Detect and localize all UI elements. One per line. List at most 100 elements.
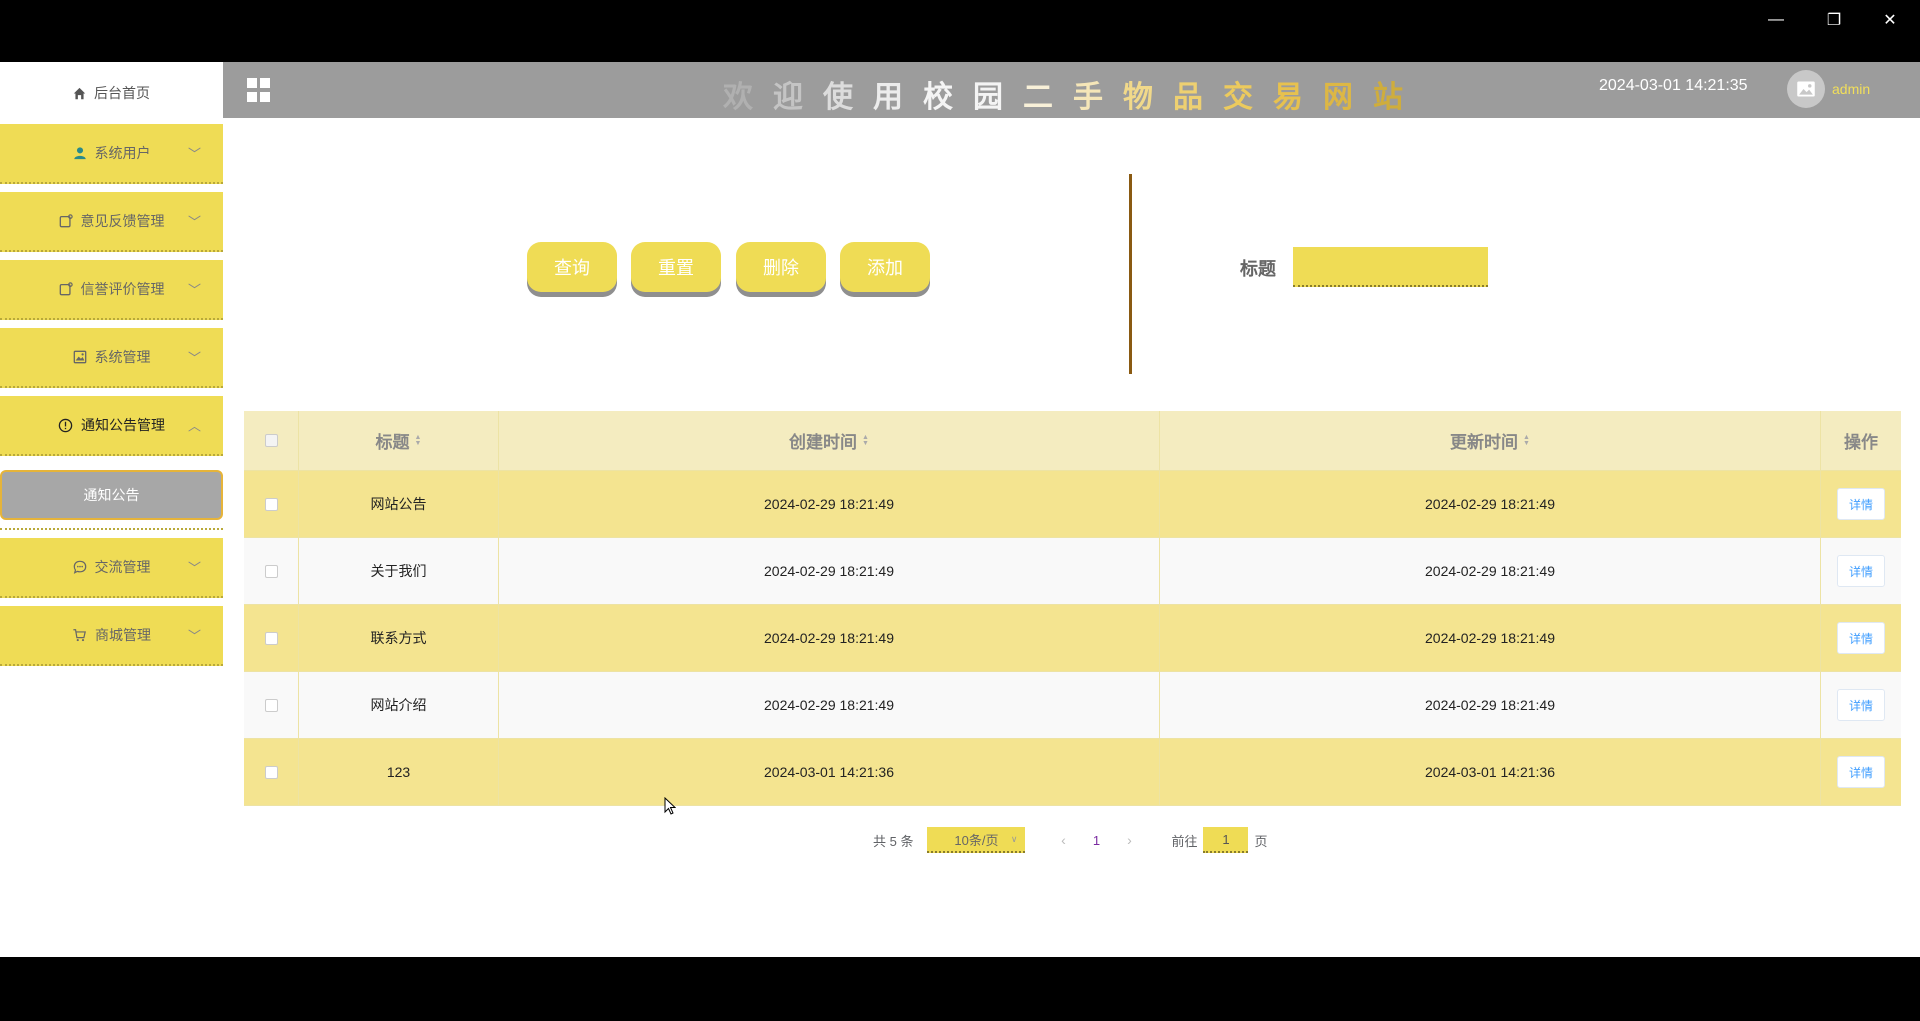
grid-menu-icon[interactable]: [247, 78, 271, 102]
sidebar-item-label: 后台首页: [94, 85, 150, 101]
sidebar-subitem-label: 通知公告: [83, 487, 140, 503]
sidebar-item-credit[interactable]: 信誉评价管理 ﹀: [0, 260, 223, 320]
page-number[interactable]: 1: [1081, 833, 1111, 848]
column-header-title[interactable]: 标题 ▲ ▼: [299, 411, 499, 470]
reset-button[interactable]: 重置: [631, 242, 721, 292]
sidebar-item-mall[interactable]: 商城管理 ﹀: [0, 606, 223, 666]
select-all-checkbox[interactable]: [264, 434, 278, 447]
column-header-updated[interactable]: 更新时间 ▲ ▼: [1160, 411, 1821, 470]
username[interactable]: admin: [1832, 81, 1870, 97]
delete-button[interactable]: 删除: [736, 242, 826, 292]
site-title-char: 站: [1373, 81, 1423, 114]
detail-button[interactable]: 详情: [1837, 622, 1885, 654]
column-header-label: 标题: [375, 433, 410, 452]
site-title-char: 物: [1123, 81, 1173, 114]
cell-updated: 2024-02-29 18:21:49: [1160, 672, 1821, 738]
app: 后台首页 系统用户 ﹀ 意见反馈管理 ﹀ 信誉评价管理 ﹀ 系统管理 ﹀ 通知公…: [0, 62, 1920, 957]
cell-created: 2024-02-29 18:21:49: [499, 538, 1160, 604]
column-header-label: 创建时间: [789, 433, 858, 452]
site-title-char: 迎: [773, 81, 823, 114]
detail-button[interactable]: 详情: [1837, 555, 1885, 587]
avatar[interactable]: [1787, 70, 1825, 108]
image-icon: [73, 350, 87, 364]
chevron-down-icon: ﹀: [187, 350, 201, 366]
detail-button[interactable]: 详情: [1837, 756, 1885, 788]
sidebar-item-exchange[interactable]: 交流管理 ﹀: [0, 538, 223, 598]
column-header-op: 操作: [1821, 411, 1901, 470]
cell-title: 网站介绍: [299, 672, 499, 738]
goto-page-input[interactable]: [1203, 827, 1249, 853]
site-title-char: 网: [1323, 81, 1373, 114]
sidebar-item-system[interactable]: 系统管理 ﹀: [0, 328, 223, 388]
sidebar-item-label: 商城管理: [95, 627, 151, 643]
add-button[interactable]: 添加: [840, 242, 930, 292]
site-title-char: 手: [1073, 81, 1123, 114]
cell-created: 2024-02-29 18:21:49: [499, 605, 1160, 671]
note-icon: [59, 214, 73, 228]
prev-page-icon[interactable]: ‹: [1045, 832, 1081, 848]
row-checkbox[interactable]: [264, 497, 278, 511]
sidebar-item-label: 交流管理: [94, 559, 151, 575]
next-page-icon[interactable]: ›: [1111, 832, 1147, 848]
divider: [1129, 174, 1132, 374]
table-row: 关于我们 2024-02-29 18:21:49 2024-02-29 18:2…: [244, 538, 1901, 605]
sidebar-item-label: 通知公告管理: [81, 417, 165, 433]
table-row: 网站公告 2024-02-29 18:21:49 2024-02-29 18:2…: [244, 471, 1901, 538]
row-checkbox[interactable]: [264, 698, 278, 712]
window-titlebar: — ❐ ✕: [0, 0, 1920, 62]
query-button[interactable]: 查询: [527, 242, 617, 292]
sort-icon[interactable]: ▲ ▼: [415, 434, 422, 447]
maximize-icon[interactable]: ❐: [1806, 0, 1862, 40]
sidebar: 后台首页 系统用户 ﹀ 意见反馈管理 ﹀ 信誉评价管理 ﹀ 系统管理 ﹀ 通知公…: [0, 62, 223, 957]
title-search-input[interactable]: [1293, 247, 1488, 287]
notice-table: 标题 ▲ ▼ 创建时间 ▲ ▼ 更新时间 ▲ ▼ 操作 网站公告 2024-02-29…: [244, 411, 1901, 806]
sidebar-subitem-notice[interactable]: 通知公告: [0, 470, 223, 520]
sidebar-item-label: 系统管理: [94, 349, 151, 365]
site-title-char: 易: [1273, 81, 1323, 114]
image-icon: [1797, 81, 1815, 97]
detail-button[interactable]: 详情: [1837, 689, 1885, 721]
sort-icon[interactable]: ▲ ▼: [1523, 434, 1530, 447]
sidebar-item-home[interactable]: 后台首页: [0, 62, 223, 124]
cell-title: 联系方式: [299, 605, 499, 671]
table-header-row: 标题 ▲ ▼ 创建时间 ▲ ▼ 更新时间 ▲ ▼ 操作: [244, 411, 1901, 471]
site-title-char: 用: [873, 81, 923, 114]
bottom-bar: [0, 957, 1920, 1021]
page-size-value: 10条/页: [954, 832, 999, 848]
minimize-icon[interactable]: —: [1748, 0, 1804, 40]
column-header-created[interactable]: 创建时间 ▲ ▼: [499, 411, 1160, 470]
detail-button[interactable]: 详情: [1837, 488, 1885, 520]
site-title-char: 园: [973, 81, 1023, 114]
user-icon: [73, 146, 87, 160]
table-row: 123 2024-03-01 14:21:36 2024-03-01 14:21…: [244, 739, 1901, 806]
chevron-up-icon: ︿: [187, 418, 201, 434]
site-title-char: 使: [823, 81, 873, 114]
select-all-cell: [244, 411, 299, 470]
site-title-char: 品: [1173, 81, 1223, 114]
row-checkbox[interactable]: [264, 765, 278, 779]
datetime: 2024-03-01 14:21:35: [1599, 77, 1748, 94]
site-title-char: 二: [1023, 81, 1073, 114]
row-checkbox[interactable]: [264, 564, 278, 578]
sidebar-item-notice[interactable]: 通知公告管理 ︿: [0, 396, 223, 456]
top-header: 欢迎使用校园二手物品交易网站 2024-03-01 14:21:35 admin: [223, 62, 1920, 118]
home-icon: [73, 87, 86, 99]
site-title: 欢迎使用校园二手物品交易网站: [723, 72, 1423, 116]
sidebar-item-feedback[interactable]: 意见反馈管理 ﹀: [0, 192, 223, 252]
column-header-label: 更新时间: [1450, 433, 1519, 452]
info-icon: [58, 418, 73, 433]
mouse-cursor-icon: [664, 797, 676, 815]
cell-updated: 2024-02-29 18:21:49: [1160, 538, 1821, 604]
sort-icon[interactable]: ▲ ▼: [862, 434, 869, 447]
cell-title: 123: [299, 739, 499, 805]
pagination: 共 5 条 10条/页 ∨ ‹ 1 › 前往 页: [873, 827, 1268, 853]
cell-created: 2024-02-29 18:21:49: [499, 471, 1160, 537]
chevron-down-icon: ﹀: [187, 628, 201, 644]
close-icon[interactable]: ✕: [1862, 0, 1918, 40]
sidebar-item-system-users[interactable]: 系统用户 ﹀: [0, 124, 223, 184]
page-size-select[interactable]: 10条/页 ∨: [927, 827, 1026, 853]
sidebar-item-label: 系统用户: [94, 145, 151, 161]
site-title-char: 欢: [723, 81, 773, 114]
title-search-label: 标题: [1240, 259, 1276, 279]
row-checkbox[interactable]: [264, 631, 278, 645]
